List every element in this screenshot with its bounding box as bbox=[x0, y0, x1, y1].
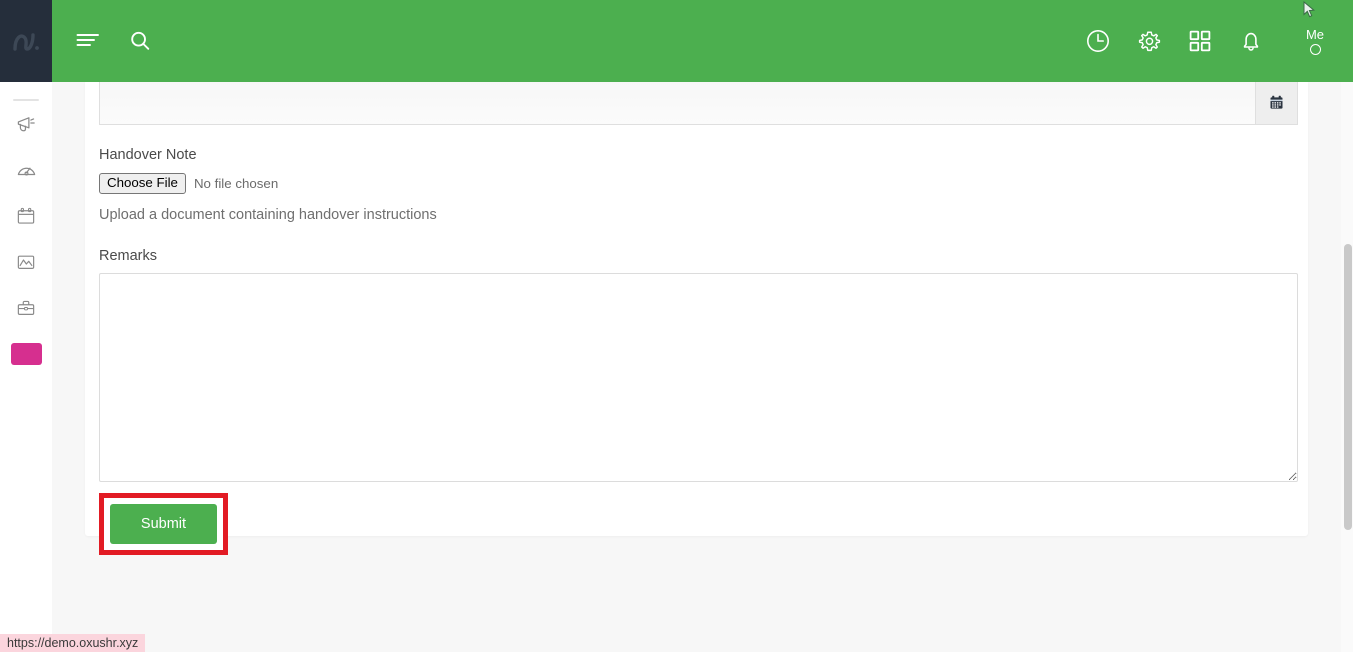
calendar-picker-button[interactable] bbox=[1255, 82, 1298, 125]
oxus-logo-icon bbox=[11, 29, 41, 53]
sidebar-item-recruitment[interactable] bbox=[0, 285, 52, 331]
top-header-bar: Me bbox=[52, 0, 1353, 82]
settings-button[interactable] bbox=[1132, 24, 1166, 58]
active-swatch bbox=[10, 343, 42, 365]
clock-icon bbox=[1085, 28, 1111, 54]
gear-icon bbox=[1137, 29, 1162, 54]
grid-apps-icon bbox=[1188, 29, 1212, 53]
form-card: Handover Note Choose File No file chosen… bbox=[85, 82, 1308, 555]
date-input-group bbox=[99, 82, 1298, 125]
user-avatar-circle bbox=[1309, 44, 1321, 55]
remarks-label: Remarks bbox=[99, 248, 158, 264]
briefcase-icon bbox=[16, 298, 36, 318]
hamburger-menu-icon bbox=[76, 32, 100, 50]
bell-icon bbox=[1239, 29, 1263, 54]
apps-launcher-button[interactable] bbox=[1183, 24, 1217, 58]
handover-note-file-input[interactable]: Choose File No file chosen bbox=[99, 172, 1294, 194]
image-chart-icon bbox=[16, 252, 36, 272]
user-menu-label: Me bbox=[1305, 27, 1325, 42]
user-menu[interactable]: Me bbox=[1291, 27, 1339, 55]
time-tracker-button[interactable] bbox=[1081, 24, 1115, 58]
calendar-icon bbox=[16, 206, 36, 226]
sidebar-item-dashboard[interactable] bbox=[0, 147, 52, 193]
form-body: Handover Note Choose File No file chosen… bbox=[85, 82, 1308, 555]
browser-viewport: Me Handover Note Choose File No file cho… bbox=[0, 0, 1353, 652]
page-content-scroll-area: Handover Note Choose File No file chosen… bbox=[52, 82, 1341, 652]
search-icon bbox=[129, 30, 151, 52]
remarks-textarea[interactable] bbox=[99, 273, 1298, 482]
date-input[interactable] bbox=[99, 82, 1255, 125]
submit-button[interactable]: Submit bbox=[110, 504, 217, 544]
header-right-group: Me bbox=[1081, 24, 1353, 58]
handover-note-help-text: Upload a document containing handover in… bbox=[99, 207, 437, 223]
submit-area: Submit bbox=[99, 493, 228, 555]
left-sidebar bbox=[0, 0, 52, 652]
file-status-text: No file chosen bbox=[193, 175, 279, 191]
app-logo[interactable] bbox=[0, 0, 52, 82]
menu-toggle-button[interactable] bbox=[71, 24, 105, 58]
sidebar-item-announcements[interactable] bbox=[0, 101, 52, 147]
header-left-group bbox=[52, 24, 157, 58]
search-button[interactable] bbox=[123, 24, 157, 58]
page-scrollbar-thumb[interactable] bbox=[1344, 244, 1352, 530]
notifications-button[interactable] bbox=[1234, 24, 1268, 58]
calendar-icon bbox=[1269, 95, 1284, 110]
choose-file-button[interactable]: Choose File bbox=[99, 172, 186, 194]
speedometer-icon bbox=[16, 160, 37, 181]
megaphone-icon bbox=[16, 114, 37, 135]
handover-note-label: Handover Note bbox=[99, 147, 197, 163]
browser-status-bar-link-preview: https://demo.oxushr.xyz bbox=[0, 634, 146, 652]
sidebar-item-leave[interactable] bbox=[0, 193, 52, 239]
sidebar-item-reports[interactable] bbox=[0, 239, 52, 285]
sidebar-item-active-module[interactable] bbox=[0, 331, 52, 377]
